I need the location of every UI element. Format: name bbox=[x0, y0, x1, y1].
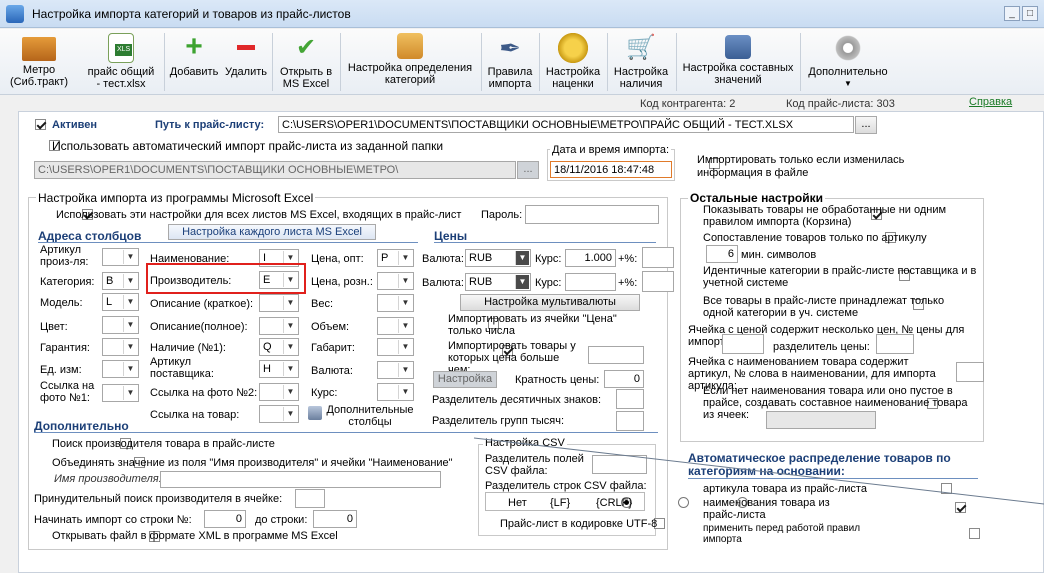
annotation-line bbox=[473, 437, 1044, 505]
